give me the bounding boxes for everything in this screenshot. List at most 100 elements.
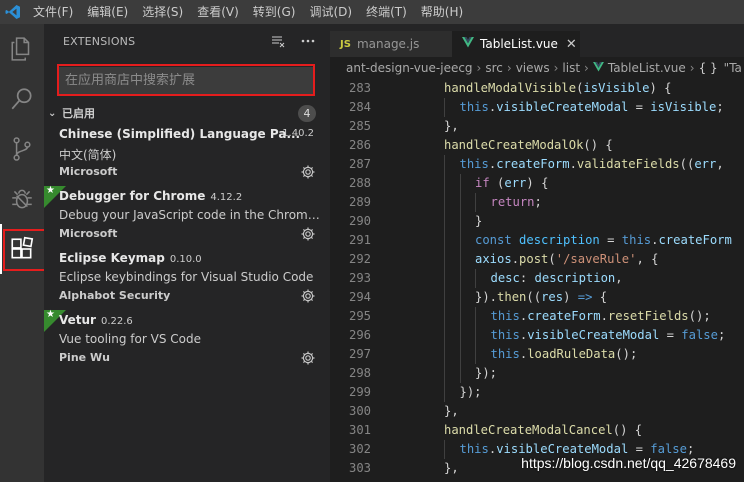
indent-guide [444, 269, 445, 288]
sidebar-header: EXTENSIONS [44, 24, 330, 59]
tab-label: manage.js [356, 37, 420, 51]
breadcrumb-item[interactable]: list [562, 61, 580, 75]
extensions-search-input[interactable] [65, 73, 307, 88]
tab-manage-js[interactable]: JS manage.js [330, 31, 452, 57]
code-token: handleCreateModalOk [444, 138, 584, 152]
menu-item[interactable]: 查看(V) [190, 0, 246, 24]
indent-guide [444, 193, 445, 212]
extensions-icon[interactable] [0, 224, 44, 274]
code-line: 294}).then((res) => { [330, 288, 744, 307]
code-token: handleCreateModalCancel [444, 423, 613, 437]
debug-icon[interactable] [0, 174, 44, 224]
indent-guide [444, 288, 445, 307]
code-line: 289 return; [330, 193, 744, 212]
code-line: 293 desc: description, [330, 269, 744, 288]
indent-guide [459, 307, 461, 326]
code-token: post [519, 252, 549, 266]
extension-publisher: Microsoft [59, 227, 118, 240]
explorer-icon[interactable] [0, 24, 44, 74]
code-token: const [475, 233, 512, 247]
close-icon[interactable]: ✕ [566, 37, 577, 52]
line-number: 299 [348, 385, 371, 399]
code-token: }); [475, 366, 498, 380]
code-token: () { [583, 138, 613, 152]
code-editor[interactable]: 283 handleModalVisible(isVisible) {284 thi… [330, 79, 744, 482]
code-line: 292 axios.post('/saveRule', { [330, 250, 744, 269]
enabled-count-badge: 4 [298, 105, 316, 122]
breadcrumb-item[interactable]: { } [699, 61, 718, 75]
extension-name: Debugger for Chrome [59, 189, 206, 203]
extension-description: Debug your JavaScript code in the Chrome… [59, 208, 321, 222]
extension-version: 0.22.6 [100, 316, 133, 327]
gear-icon[interactable] [300, 350, 316, 366]
menu-item[interactable]: 调试(D) [302, 0, 359, 24]
line-number: 302 [348, 442, 371, 456]
indent-guide [459, 288, 461, 307]
tab-tablelist-vue[interactable]: TableList.vue ✕ [452, 31, 580, 57]
gear-icon[interactable] [300, 164, 316, 180]
indent-guide [444, 326, 445, 345]
enabled-group-header[interactable]: ⌄ 已启用 4 [44, 102, 330, 124]
extension-version: 1.40.2 [282, 128, 314, 139]
extensions-search-box [59, 67, 313, 94]
code-token: , { [636, 252, 659, 266]
enabled-group-label: 已启用 [62, 107, 95, 120]
extension-description: Eclipse keybindings for Visual Studio Co… [59, 270, 314, 284]
menu-item[interactable]: 帮助(H) [414, 0, 470, 24]
extension-name-row: Debugger for Chrome 4.12.2 [59, 189, 242, 203]
code-token: handleModalVisible [444, 81, 577, 95]
code-token: '/saveRule' [555, 252, 637, 266]
extension-item[interactable]: ★ Debugger for Chrome 4.12.2 Debug your Jav… [44, 185, 330, 248]
code-token: isVisible [650, 100, 717, 114]
menu-item[interactable]: 文件(F) [26, 0, 80, 24]
menu-item[interactable]: 终端(T) [359, 0, 414, 24]
menu-item[interactable]: 编辑(E) [80, 0, 135, 24]
code-token: . [511, 252, 520, 266]
line-number: 286 [348, 138, 371, 152]
breadcrumb-item[interactable]: "Ta [724, 61, 742, 75]
code-token: = [599, 233, 622, 247]
menu-bar: 文件(F) 编辑(E) 选择(S) 查看(V) 转到(G) 调试(D) 终端(T) 帮助(H) [0, 0, 744, 24]
code-token: () { [612, 423, 643, 437]
extension-item[interactable]: ★ Vetur 0.22.6 Vue tooling for VS Code Pine … [44, 309, 330, 372]
extension-name-row: Vetur 0.22.6 [59, 313, 133, 327]
gear-icon[interactable] [300, 288, 316, 304]
chevron-right-icon: › [553, 61, 559, 75]
code-token: isVisible [583, 81, 650, 95]
source-control-icon[interactable] [0, 124, 44, 174]
more-actions-icon[interactable] [300, 33, 316, 49]
indent-guide [459, 174, 461, 193]
code-token: false [681, 328, 718, 342]
code-token: axios [475, 252, 512, 266]
line-number: 287 [348, 157, 371, 171]
breadcrumb-item[interactable]: src [485, 61, 503, 75]
indent-guide [459, 231, 461, 250]
code-token: }, [444, 119, 459, 133]
menu-item[interactable]: 选择(S) [135, 0, 190, 24]
code-token: } [475, 214, 483, 228]
extension-item[interactable]: Eclipse Keymap 0.10.0 Eclipse keybindings … [44, 248, 330, 310]
extension-version: 4.12.2 [210, 192, 243, 203]
code-token: false [650, 442, 687, 456]
gear-icon[interactable] [300, 226, 316, 242]
breadcrumb-item[interactable]: ant-design-vue-jeecg [346, 61, 473, 75]
indent-guide [444, 345, 445, 364]
extension-item[interactable]: Chinese (Simplified) Language Pa... 1.40.… [44, 124, 330, 186]
code-token: , [615, 271, 623, 285]
code-token: }). [475, 290, 498, 304]
code-token: if [475, 176, 490, 190]
breadcrumb-item[interactable]: TableList.vue [608, 61, 686, 75]
vscode-logo-icon [0, 0, 26, 24]
line-number: 300 [348, 404, 371, 418]
clear-extensions-icon[interactable] [270, 33, 286, 49]
extension-version: 0.10.0 [169, 254, 202, 265]
chevron-right-icon: › [506, 61, 512, 75]
code-line: 283 handleModalVisible(isVisible) { [330, 79, 744, 98]
search-icon[interactable] [0, 74, 44, 124]
menu-item[interactable]: 转到(G) [246, 0, 303, 24]
line-number: 285 [348, 119, 371, 133]
indent-guide [475, 269, 476, 288]
breadcrumb-item[interactable]: views [516, 61, 550, 75]
indent-guide [444, 364, 445, 383]
